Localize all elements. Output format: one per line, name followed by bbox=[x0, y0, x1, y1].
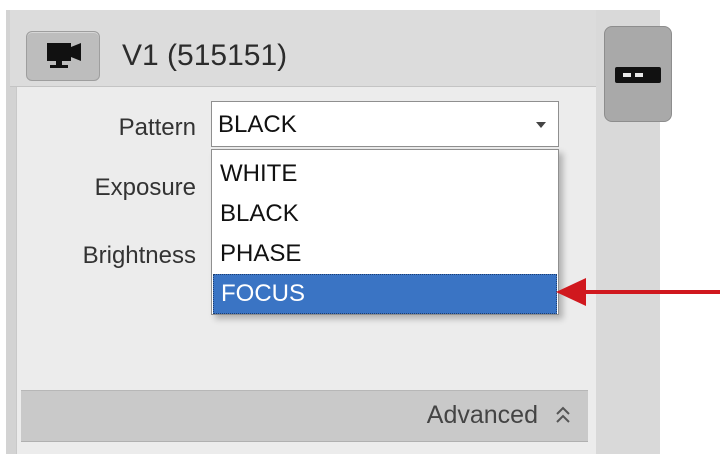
chevron-down-icon[interactable] bbox=[536, 122, 546, 128]
camera-body-icon bbox=[615, 67, 661, 88]
video-camera-icon bbox=[47, 43, 81, 68]
dropdown-option-focus[interactable]: FOCUS bbox=[213, 274, 557, 314]
camera-title: V1 (515151) bbox=[122, 39, 288, 72]
dropdown-option-white[interactable]: WHITE bbox=[213, 154, 557, 194]
camera-toggle-button[interactable] bbox=[26, 31, 100, 81]
pattern-select[interactable]: BLACK bbox=[211, 101, 559, 147]
double-chevron-up-icon bbox=[554, 403, 572, 427]
dropdown-option-black[interactable]: BLACK bbox=[213, 194, 557, 234]
pattern-select-value: BLACK bbox=[218, 111, 297, 138]
pattern-label: Pattern bbox=[118, 114, 196, 141]
side-panel-button[interactable] bbox=[604, 26, 672, 122]
advanced-label: Advanced bbox=[426, 401, 538, 429]
exposure-label: Exposure bbox=[94, 174, 196, 201]
advanced-toggle-bar[interactable]: Advanced bbox=[21, 390, 588, 442]
brightness-label: Brightness bbox=[82, 242, 196, 269]
annotation-arrow-icon bbox=[556, 278, 720, 306]
panel-header: V1 (515151) bbox=[10, 10, 596, 87]
dropdown-option-phase[interactable]: PHASE bbox=[213, 234, 557, 274]
pattern-dropdown-list: WHITE BLACK PHASE FOCUS bbox=[211, 149, 559, 315]
